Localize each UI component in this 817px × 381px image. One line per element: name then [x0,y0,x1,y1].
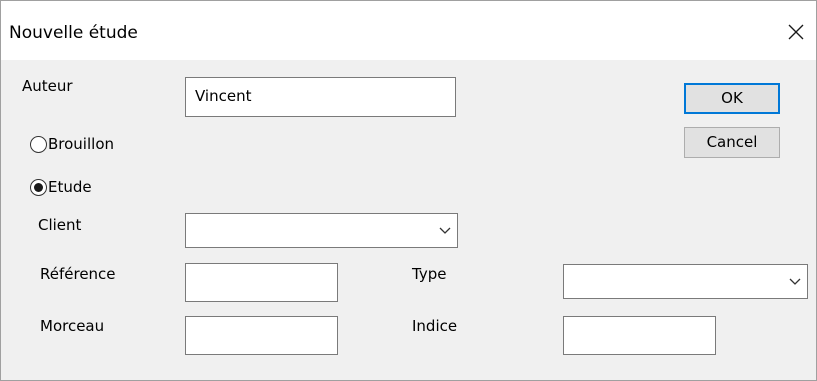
etude-label[interactable]: Etude [48,178,92,196]
cancel-button[interactable]: Cancel [684,127,780,158]
etude-radio[interactable] [30,179,47,196]
brouillon-label[interactable]: Brouillon [48,135,114,153]
close-icon [788,24,804,40]
auteur-value: Vincent [195,87,252,105]
chevron-down-icon [789,278,801,285]
indice-label: Indice [412,317,458,335]
reference-field[interactable] [185,263,338,302]
auteur-label: Auteur [22,77,73,95]
title-bar: Nouvelle étude [1,1,816,60]
client-label: Client [38,216,82,234]
auteur-field[interactable]: Vincent [185,77,456,117]
brouillon-radio[interactable] [30,136,47,153]
chevron-down-icon [439,227,451,234]
ok-button[interactable]: OK [684,83,780,114]
indice-field[interactable] [563,316,716,355]
close-button[interactable] [776,15,816,51]
morceau-label: Morceau [40,317,105,335]
client-dropdown[interactable] [185,213,458,248]
nouvelle-etude-dialog: Nouvelle étude Auteur Vincent OK Cancel … [0,0,817,381]
reference-label: Référence [40,265,116,283]
radio-selected-dot [34,183,43,192]
type-label: Type [412,265,447,283]
dialog-title: Nouvelle étude [9,23,138,43]
type-dropdown[interactable] [563,264,808,299]
morceau-field[interactable] [185,316,338,355]
